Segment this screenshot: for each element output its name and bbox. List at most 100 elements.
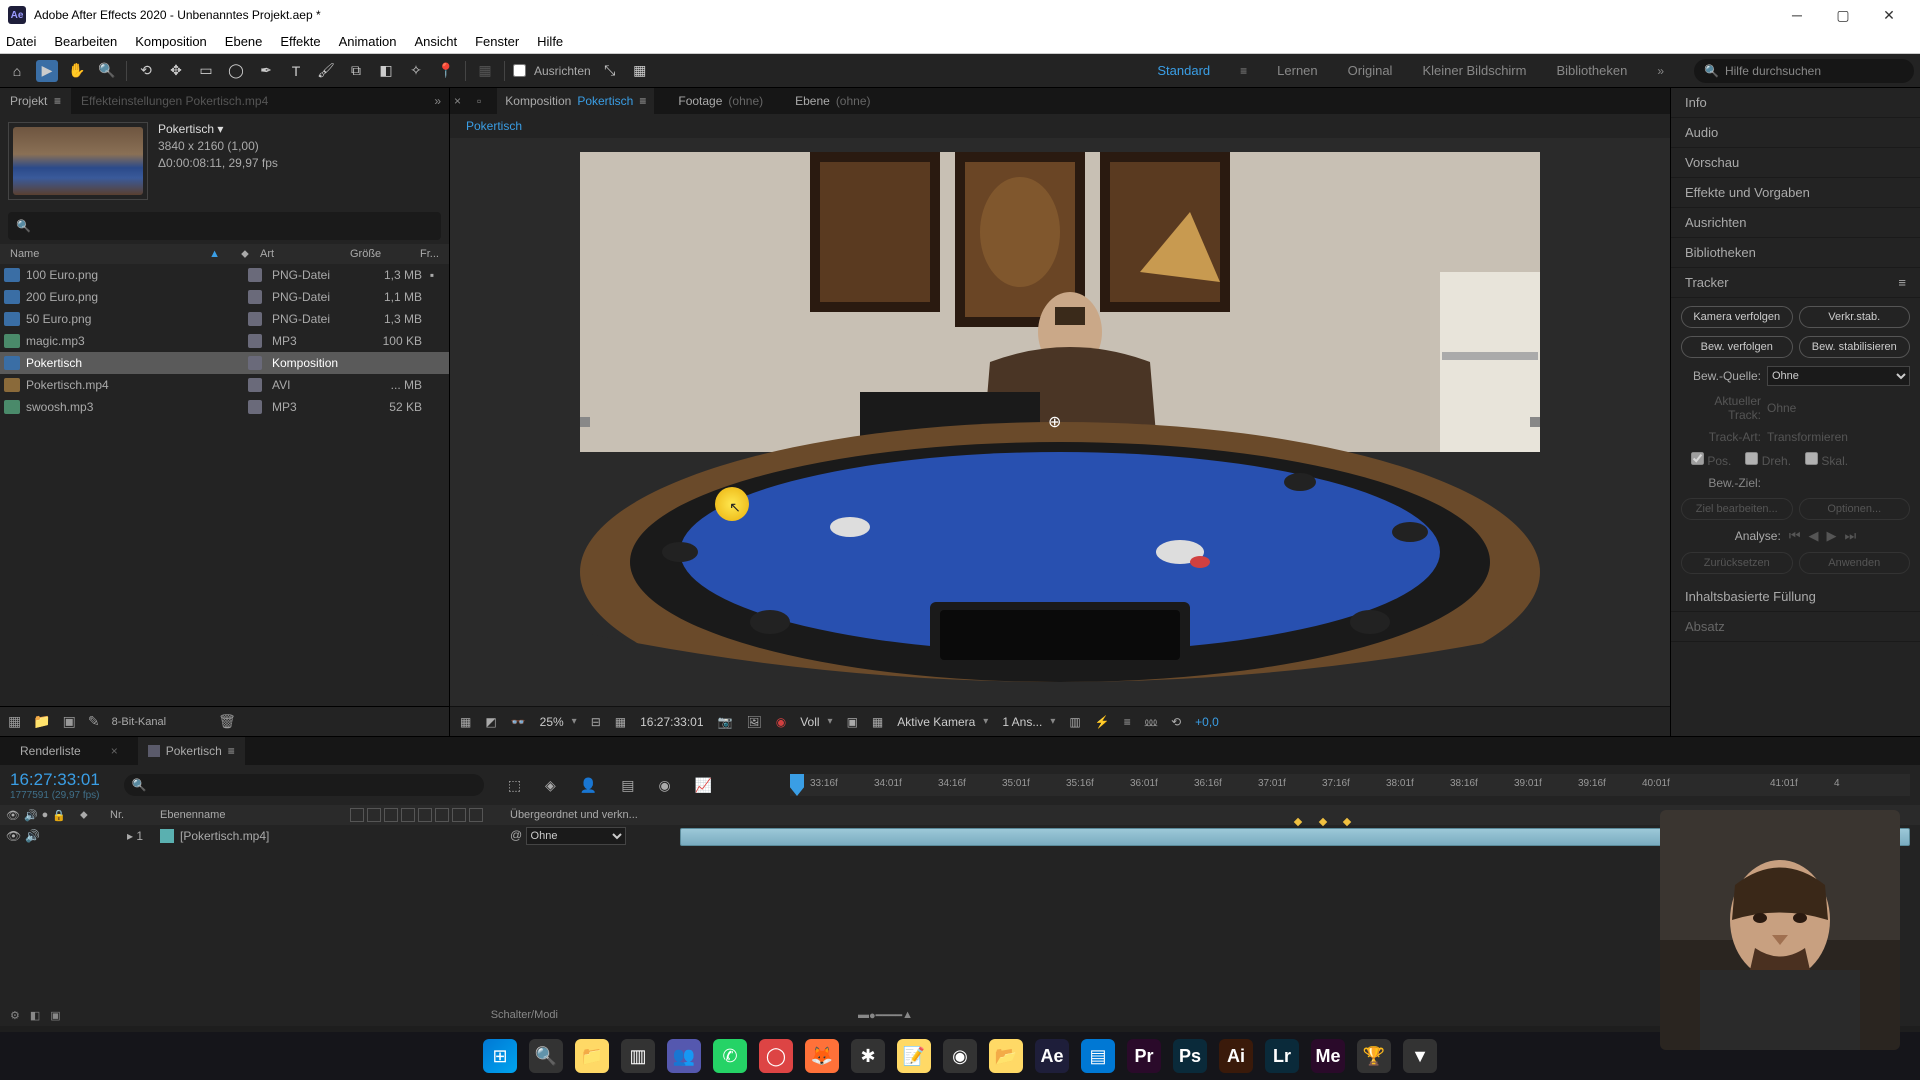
current-tc[interactable]: 16:27:33:01 (640, 715, 703, 729)
left-handle[interactable] (580, 417, 590, 427)
project-item[interactable]: 50 Euro.pngPNG-Datei1,3 MB (0, 308, 449, 330)
pixel-ar-icon[interactable]: ▥ (1069, 715, 1080, 729)
notes-icon[interactable]: 📝 (897, 1039, 931, 1073)
snap-grid-icon[interactable]: ▦ (629, 60, 651, 82)
ellipse-tool-icon[interactable]: ◯ (225, 60, 247, 82)
solo-col-icon[interactable]: ● (42, 809, 49, 822)
media-encoder-icon[interactable]: Me (1311, 1039, 1345, 1073)
lock-icon[interactable]: ▫ (477, 94, 481, 108)
timeline-timecode[interactable]: 16:27:33:01 (10, 770, 100, 790)
bit-depth[interactable]: 8-Bit-Kanal (112, 716, 166, 728)
after-effects-icon[interactable]: Ae (1035, 1039, 1069, 1073)
workspace-kleiner[interactable]: Kleiner Bildschirm (1422, 63, 1526, 78)
zoom-dropdown[interactable]: 25% (540, 715, 577, 729)
toggle-switches-icon[interactable]: ⚙ (10, 1009, 20, 1022)
menu-komposition[interactable]: Komposition (135, 34, 207, 49)
menu-fenster[interactable]: Fenster (475, 34, 519, 49)
absatz-panel-header[interactable]: Absatz (1671, 612, 1920, 642)
views-dropdown[interactable]: 1 Ans... (1002, 715, 1055, 729)
ausrichten-panel-header[interactable]: Ausrichten (1671, 208, 1920, 238)
camera-dropdown[interactable]: Aktive Kamera (897, 715, 988, 729)
frame-blend-icon[interactable]: ▤ (621, 777, 634, 794)
project-item[interactable]: 200 Euro.pngPNG-Datei1,1 MB (0, 286, 449, 308)
close-button[interactable]: ✕ (1866, 0, 1912, 30)
info-panel-header[interactable]: Info (1671, 88, 1920, 118)
transparency-icon[interactable]: ▦ (872, 715, 883, 729)
sort-asc-icon[interactable]: ▲ (209, 248, 220, 260)
toggle-modes-icon[interactable]: ◧ (30, 1009, 40, 1022)
resolution-dropdown[interactable]: Voll (800, 715, 832, 729)
orbit-tool-icon[interactable]: ⟲ (135, 60, 157, 82)
footage-tab[interactable]: Footage(ohne) (670, 88, 771, 114)
eraser-tool-icon[interactable]: ◧ (375, 60, 397, 82)
new-comp-icon[interactable]: ▣ (63, 713, 76, 730)
interpret-footage-icon[interactable]: ▦ (8, 713, 21, 730)
switches-modes-label[interactable]: Schalter/Modi (491, 1009, 558, 1021)
comp-viewer[interactable]: ⊕ (450, 138, 1670, 706)
workspace-bibliotheken[interactable]: Bibliotheken (1556, 63, 1627, 78)
comp-breadcrumb[interactable]: Pokertisch (466, 119, 522, 133)
anchor-point-icon[interactable]: ⊕ (1048, 412, 1061, 432)
layer-name[interactable]: [Pokertisch.mp4] (180, 829, 269, 843)
zoom-slider[interactable]: ●━━━━ (869, 1009, 902, 1022)
menu-effekte[interactable]: Effekte (280, 34, 320, 49)
tabs-overflow-icon[interactable]: » (434, 94, 441, 108)
draft-3d-icon[interactable]: ◈ (545, 777, 556, 794)
adjust-icon[interactable]: ✎ (88, 713, 100, 730)
brave-icon[interactable]: ◯ (759, 1039, 793, 1073)
project-item[interactable]: magic.mp3MP3100 KB (0, 330, 449, 352)
layer-speaker-icon[interactable]: 🔊 (25, 829, 40, 843)
right-handle[interactable] (1530, 417, 1540, 427)
illustrator-icon[interactable]: Ai (1219, 1039, 1253, 1073)
audio-panel-header[interactable]: Audio (1671, 118, 1920, 148)
puppet-tool-icon[interactable]: 📍 (435, 60, 457, 82)
channel-icon[interactable]: ◩ (485, 715, 496, 729)
selection-tool-icon[interactable]: ▶ (36, 60, 58, 82)
folder-icon[interactable]: 📂 (989, 1039, 1023, 1073)
project-search-input[interactable]: 🔍 (8, 212, 441, 240)
menu-hilfe[interactable]: Hilfe (537, 34, 563, 49)
taskbar-search-icon[interactable]: 🔍 (529, 1039, 563, 1073)
workspace-standard[interactable]: Standard (1157, 63, 1210, 78)
align-checkbox[interactable] (513, 64, 526, 77)
layer-eye-icon[interactable]: 👁 (6, 829, 21, 843)
alpha-icon[interactable]: ▦ (460, 715, 471, 729)
workspace-original[interactable]: Original (1348, 63, 1393, 78)
warp-stab-button[interactable]: Verkr.stab. (1799, 306, 1911, 328)
project-tab[interactable]: Projekt ≡ (0, 88, 71, 114)
graph-editor-icon[interactable]: 📈 (695, 777, 712, 794)
motion-source-select[interactable]: Ohne (1767, 366, 1910, 386)
timeline-search-input[interactable]: 🔍 (124, 774, 484, 796)
project-item[interactable]: PokertischKomposition (0, 352, 449, 374)
pen-tool-icon[interactable]: ✒ (255, 60, 277, 82)
shy-icon[interactable]: 👤 (580, 777, 597, 794)
time-ruler[interactable]: 33:16f34:01f34:16f35:01f35:16f36:01f36:1… (790, 774, 1910, 796)
stab-motion-button[interactable]: Bew. stabilisieren (1799, 336, 1911, 358)
pan-behind-tool-icon[interactable]: ✥ (165, 60, 187, 82)
maximize-button[interactable]: ▢ (1820, 0, 1866, 30)
effect-settings-tab[interactable]: Effekteinstellungen Pokertisch.mp4 (71, 88, 278, 114)
comp-name[interactable]: Pokertisch ▾ (158, 122, 278, 136)
menu-animation[interactable]: Animation (339, 34, 397, 49)
timeline-icon[interactable]: ≡ (1124, 715, 1131, 729)
roi-icon[interactable]: ▣ (847, 715, 858, 729)
motion-blur-icon[interactable]: ◉ (659, 777, 671, 794)
track-motion-button[interactable]: Bew. verfolgen (1681, 336, 1793, 358)
color-mgmt-icon[interactable]: ◉ (776, 715, 786, 729)
parent-pickwhip-icon[interactable]: @ (510, 828, 522, 842)
track-camera-button[interactable]: Kamera verfolgen (1681, 306, 1793, 328)
exposure-value[interactable]: +0,0 (1195, 715, 1219, 729)
fast-preview-icon[interactable]: ⚡ (1095, 715, 1110, 729)
task-view-icon[interactable]: ▥ (621, 1039, 655, 1073)
lightroom-icon[interactable]: Lr (1265, 1039, 1299, 1073)
timeline-layer-row[interactable]: 👁 🔊 ▸ 1 [Pokertisch.mp4] @ Ohne (0, 825, 1920, 847)
teams-icon[interactable]: 👥 (667, 1039, 701, 1073)
workspace-lernen[interactable]: Lernen (1277, 63, 1317, 78)
zoom-in-icon[interactable]: ▲ (902, 1009, 913, 1021)
hand-tool-icon[interactable]: ✋ (66, 60, 88, 82)
file-explorer-icon[interactable]: 📁 (575, 1039, 609, 1073)
app-icon-1[interactable]: ✱ (851, 1039, 885, 1073)
zoom-tool-icon[interactable]: 🔍 (96, 60, 118, 82)
minimize-button[interactable]: ─ (1774, 0, 1820, 30)
photoshop-icon[interactable]: Ps (1173, 1039, 1207, 1073)
